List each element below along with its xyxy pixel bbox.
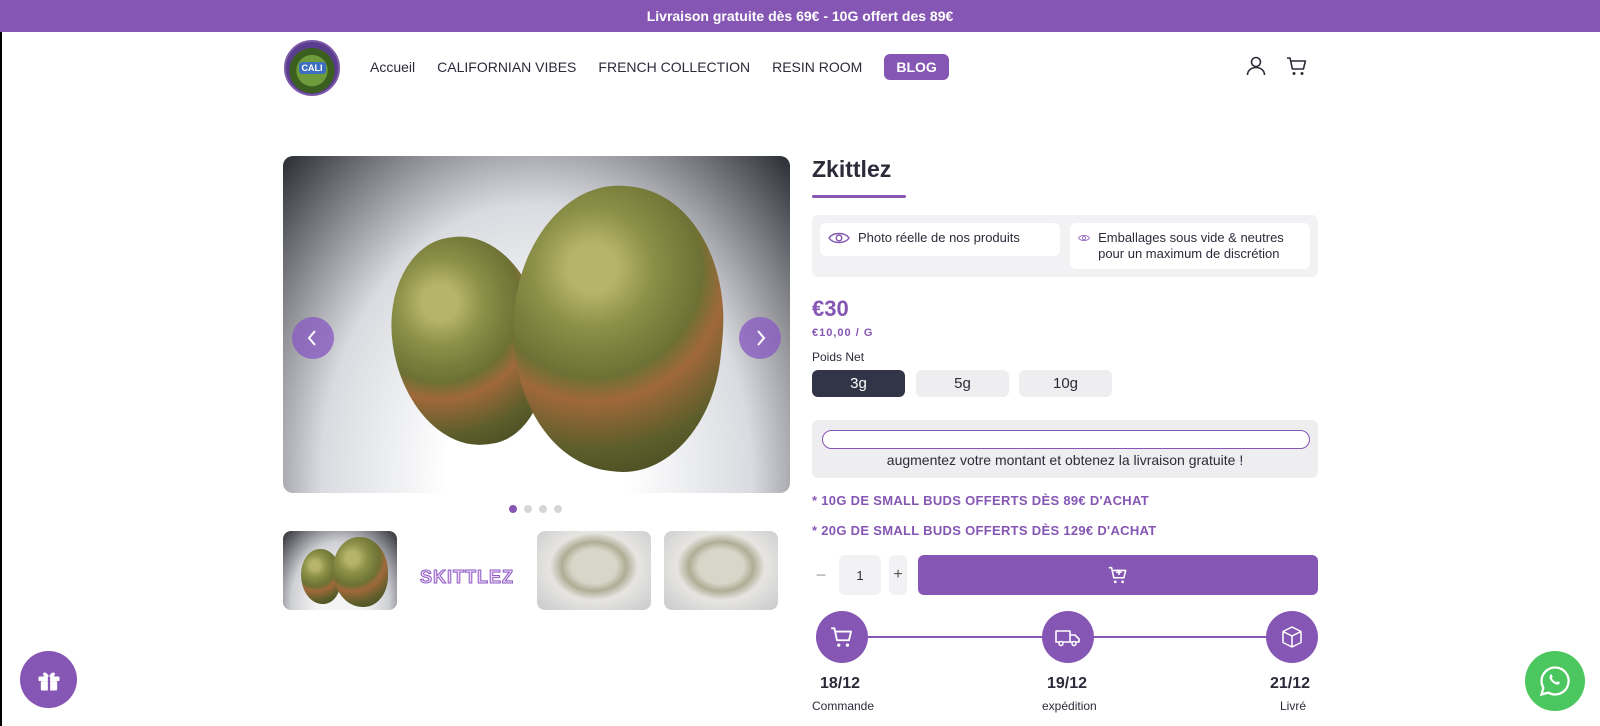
nav-blog[interactable]: BLOG [884,54,949,80]
timeline-date: 21/12 [1270,675,1311,692]
gallery-prev-button[interactable] [292,317,334,359]
promo-line: * 20G DE SMALL BUDS OFFERTS DÈS 129€ D'A… [812,523,1157,538]
trust-badge-photo: Photo réelle de nos produits [820,223,1060,256]
free-shipping-message: augmentez votre montant et obtenez la li… [886,452,1244,468]
logo-text: CALI [298,62,326,74]
trust-text: Emballages sous vide & neutres pour un m… [1098,230,1284,261]
weight-option-3g[interactable]: 3g [812,370,905,397]
timeline-step-order [816,611,868,663]
nav-accueil[interactable]: Accueil [370,55,415,79]
site-header: CALI Accueil CALIFORNIAN VIBES FRENCH CO… [0,32,1600,104]
window-edge [0,0,2,726]
product-title: Zkittlez [812,156,892,182]
chevron-left-icon [307,330,316,346]
whatsapp-icon [1539,666,1570,697]
quantity-decrease-button[interactable]: − [812,555,830,595]
trust-badges: Photo réelle de nos produits Emballages … [812,215,1318,277]
main-nav: Accueil CALIFORNIAN VIBES FRENCH COLLECT… [370,54,971,80]
gift-icon [38,671,59,690]
weight-label: Poids Net [812,350,865,364]
cart-icon [831,627,853,647]
gallery-next-button[interactable] [739,317,781,359]
eye-icon [828,232,850,244]
trust-badge-packaging: Emballages sous vide & neutres pour un m… [1070,223,1310,269]
nav-resin-room[interactable]: RESIN ROOM [772,55,862,79]
quantity-increase-button[interactable]: + [889,555,907,595]
gallery-dot[interactable] [509,505,517,513]
timeline-step-delivered [1266,611,1318,663]
site-logo[interactable]: CALI [284,40,340,96]
timeline-date: 18/12 [820,675,861,692]
trust-text: Photo réelle de nos produits [858,230,1020,245]
gallery-dot[interactable] [524,505,532,513]
thumbnail-bud [333,537,388,607]
unit-price: €10,00 / G [812,327,874,339]
truck-icon [1055,630,1080,647]
cart-icon[interactable] [1285,54,1309,78]
thumbnail-1[interactable] [283,531,397,610]
rewards-button[interactable] [20,651,77,708]
product-image-main[interactable] [283,156,790,493]
timeline-step-shipping [1042,611,1094,663]
timeline-date: 19/12 [1047,675,1088,692]
box-icon [1282,626,1302,648]
cart-plus-icon [1108,566,1127,584]
timeline-label: expédition [1042,699,1097,713]
product-photo-bud [498,175,738,482]
thumbnail-2[interactable]: SKITTLEZ [410,531,524,623]
free-shipping-progress [822,430,1310,449]
user-icon[interactable] [1244,54,1268,78]
product-price: €30 [812,296,849,321]
add-to-cart-button[interactable] [918,555,1318,595]
title-underline [812,195,906,198]
thumbnail-4[interactable] [664,531,778,610]
timeline-label: Livré [1280,699,1307,713]
gallery-dot[interactable] [539,505,547,513]
thumbnail-3[interactable] [537,531,651,610]
gallery-dot[interactable] [554,505,562,513]
nav-californian-vibes[interactable]: CALIFORNIAN VIBES [437,55,576,79]
whatsapp-button[interactable] [1525,651,1585,711]
promo-line: * 10G DE SMALL BUDS OFFERTS DÈS 89€ D'AC… [812,493,1149,508]
weight-option-10g[interactable]: 10g [1019,370,1112,397]
quantity-input[interactable] [839,555,881,595]
timeline-label: Commande [812,699,875,713]
eye-icon [1078,235,1091,241]
thumbnail-strip: SKITTLEZ [283,531,790,623]
weight-option-5g[interactable]: 5g [916,370,1009,397]
gallery-dots [509,505,562,513]
free-shipping-box: augmentez votre montant et obtenez la li… [812,420,1318,478]
chevron-right-icon [757,330,766,346]
nav-french-collection[interactable]: FRENCH COLLECTION [598,55,750,79]
thumbnail-logo-text: SKITTLEZ [420,566,514,587]
announcement-bar: Livraison gratuite dès 69€ - 10G offert … [0,0,1600,32]
